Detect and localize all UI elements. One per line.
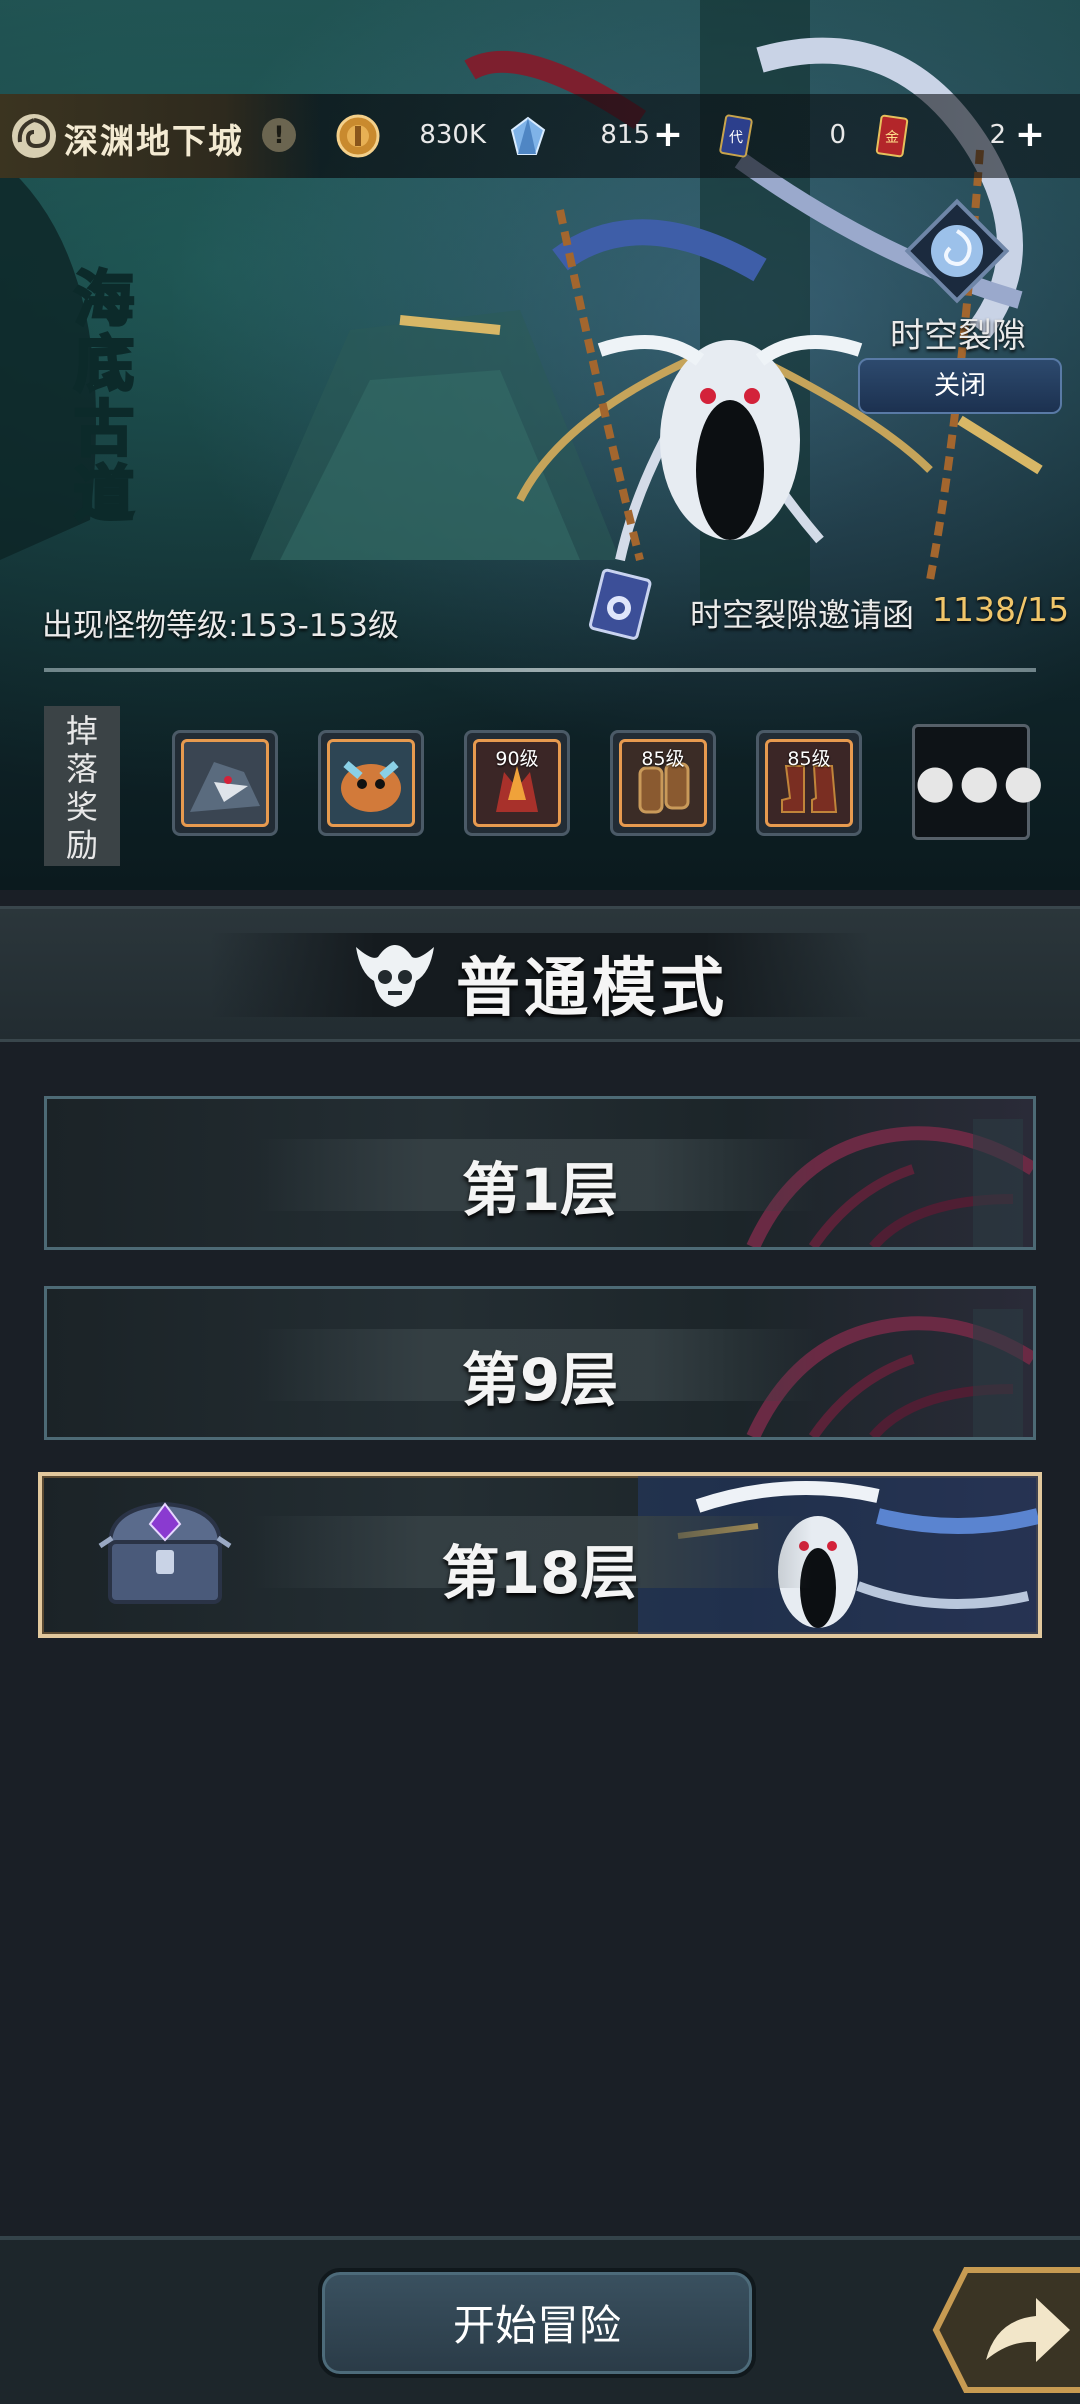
start-adventure-button[interactable]: 开始冒险 <box>318 2268 756 2378</box>
share-arrow-icon[interactable] <box>926 2260 1080 2400</box>
invite-label: 时空裂隙邀请函 <box>690 596 915 634</box>
exclamation-icon[interactable]: ! <box>262 118 296 152</box>
crystal-resource: 815 + <box>506 108 690 164</box>
token-card-value: 0 <box>829 120 846 150</box>
reward-level: 85级 <box>641 748 685 770</box>
reward-level: 85级 <box>787 748 831 770</box>
drop-label-char: 奖 <box>65 788 98 826</box>
token-card-resource: 代 0 <box>714 108 850 164</box>
monster-level-text: 出现怪物等级:153-153级 <box>42 608 399 644</box>
stage-title-logo: 海 底 古 道 <box>73 264 136 531</box>
more-icon: ●●● <box>915 754 1048 808</box>
bottom-bar: 开始冒险 <box>0 2236 1080 2404</box>
floor-9-button[interactable]: 第9层 <box>44 1286 1036 1440</box>
coin-value: 830K <box>419 120 486 150</box>
crab-hero-icon <box>341 760 401 812</box>
add-gold-card-button[interactable]: + <box>1014 117 1046 153</box>
reward-item-flame-helmet[interactable]: 90级 <box>464 730 570 836</box>
coin-resource: 830K <box>336 108 506 164</box>
crystal-value: 815 <box>600 120 650 150</box>
stage-banner: 深渊地下城 ! 830K 815 + 代 0 金 2 + 海 底 古 道 时空裂… <box>0 0 1080 890</box>
svg-text:底: 底 <box>74 330 134 400</box>
floor-name: 第1层 <box>461 1156 619 1224</box>
drop-rewards-label: 掉 落 奖 励 <box>44 706 120 866</box>
svg-text:古: 古 <box>74 395 134 465</box>
rift-portal-icon[interactable] <box>902 196 1012 306</box>
rift-close-button[interactable]: 关闭 <box>858 358 1062 414</box>
floor-name: 第9层 <box>461 1346 619 1414</box>
invitation-scroll-icon <box>589 568 652 640</box>
mode-title: 普通模式 <box>456 952 728 1026</box>
spiral-icon <box>12 114 56 158</box>
svg-text:金: 金 <box>885 130 899 146</box>
gold-card-resource: 金 2 + <box>870 108 1050 164</box>
shark-hero-icon <box>190 762 260 812</box>
reward-item-shark-hero[interactable] <box>172 730 278 836</box>
card-jin-icon: 金 <box>875 114 909 158</box>
blue-crystal-icon <box>510 116 546 155</box>
floor-1-button[interactable]: 第1层 <box>44 1096 1036 1250</box>
rift-label: 时空裂隙 <box>890 316 1026 356</box>
demon-skull-icon <box>356 945 434 1007</box>
floor-name: 第18层 <box>441 1539 639 1607</box>
dungeon-title: 深渊地下城 <box>64 122 244 162</box>
drop-label-char: 掉 <box>65 712 98 750</box>
drop-label-char: 落 <box>65 750 98 788</box>
more-rewards-button[interactable]: ●●● <box>912 724 1048 840</box>
svg-text:道: 道 <box>74 460 134 530</box>
gold-card-value: 2 <box>989 120 1006 150</box>
divider <box>44 668 1036 672</box>
reward-level: 90级 <box>495 748 539 770</box>
gold-coin-icon <box>336 114 380 158</box>
invite-count: 1138/15 <box>932 590 1070 629</box>
reward-item-boots[interactable]: 85级 <box>756 730 862 836</box>
add-crystal-button[interactable]: + <box>652 117 684 153</box>
reward-item-crab-hero[interactable] <box>318 730 424 836</box>
svg-text:代: 代 <box>729 130 743 146</box>
mode-header: 普通模式 <box>0 906 1080 1042</box>
reward-item-bracer[interactable]: 85级 <box>610 730 716 836</box>
svg-text:海: 海 <box>74 265 134 335</box>
drop-label-char: 励 <box>65 826 98 864</box>
resource-bar: 深渊地下城 ! 830K 815 + 代 0 金 2 + <box>0 94 1080 178</box>
dungeon-title-block: 深渊地下城 ! <box>0 94 320 178</box>
floor-18-button[interactable]: 第18层 <box>38 1472 1042 1638</box>
card-dai-icon: 代 <box>719 114 753 158</box>
